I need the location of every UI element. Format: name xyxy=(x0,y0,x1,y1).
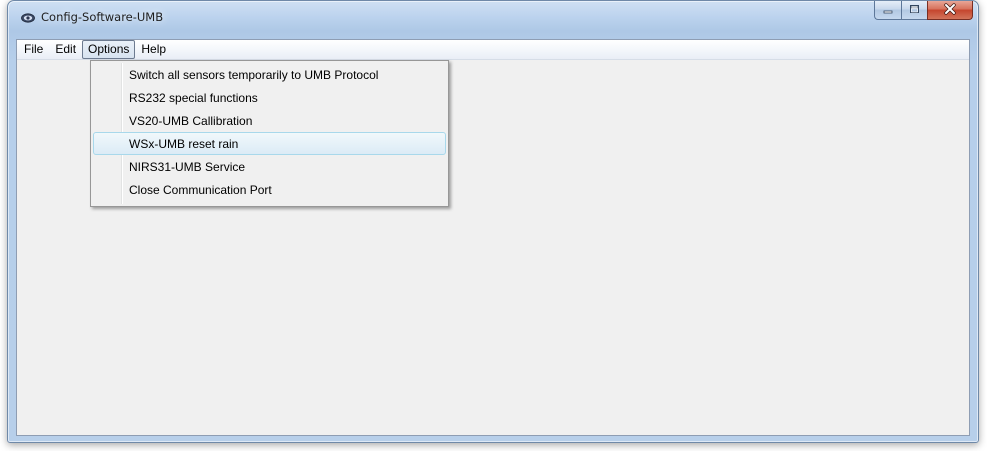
eye-icon[interactable] xyxy=(21,12,35,23)
menu-item-wsx-reset-rain[interactable]: WSx-UMB reset rain xyxy=(93,132,446,155)
menu-bar: File Edit Options Help xyxy=(17,40,969,60)
menu-item-rs232-special-functions[interactable]: RS232 special functions xyxy=(93,86,446,109)
close-button[interactable] xyxy=(927,1,973,20)
menu-item-close-communication-port[interactable]: Close Communication Port xyxy=(93,178,446,201)
maximize-icon xyxy=(909,3,920,17)
menu-options[interactable]: Options xyxy=(82,40,136,59)
menu-help[interactable]: Help xyxy=(135,40,172,59)
options-dropdown-menu: Switch all sensors temporarily to UMB Pr… xyxy=(90,60,449,207)
menu-file[interactable]: File xyxy=(18,40,49,59)
minimize-icon xyxy=(883,3,893,17)
close-icon xyxy=(943,2,957,18)
menu-edit[interactable]: Edit xyxy=(49,40,82,59)
title-bar[interactable]: Config-Software-UMB xyxy=(8,1,978,35)
menu-item-vs20-calibration[interactable]: VS20-UMB Callibration xyxy=(93,109,446,132)
maximize-button[interactable] xyxy=(901,1,927,20)
minimize-button[interactable] xyxy=(874,1,901,20)
menu-item-nirs31-service[interactable]: NIRS31-UMB Service xyxy=(93,155,446,178)
caption-buttons xyxy=(874,1,973,20)
window-title: Config-Software-UMB xyxy=(41,10,164,24)
menu-item-switch-umb-protocol[interactable]: Switch all sensors temporarily to UMB Pr… xyxy=(93,63,446,86)
